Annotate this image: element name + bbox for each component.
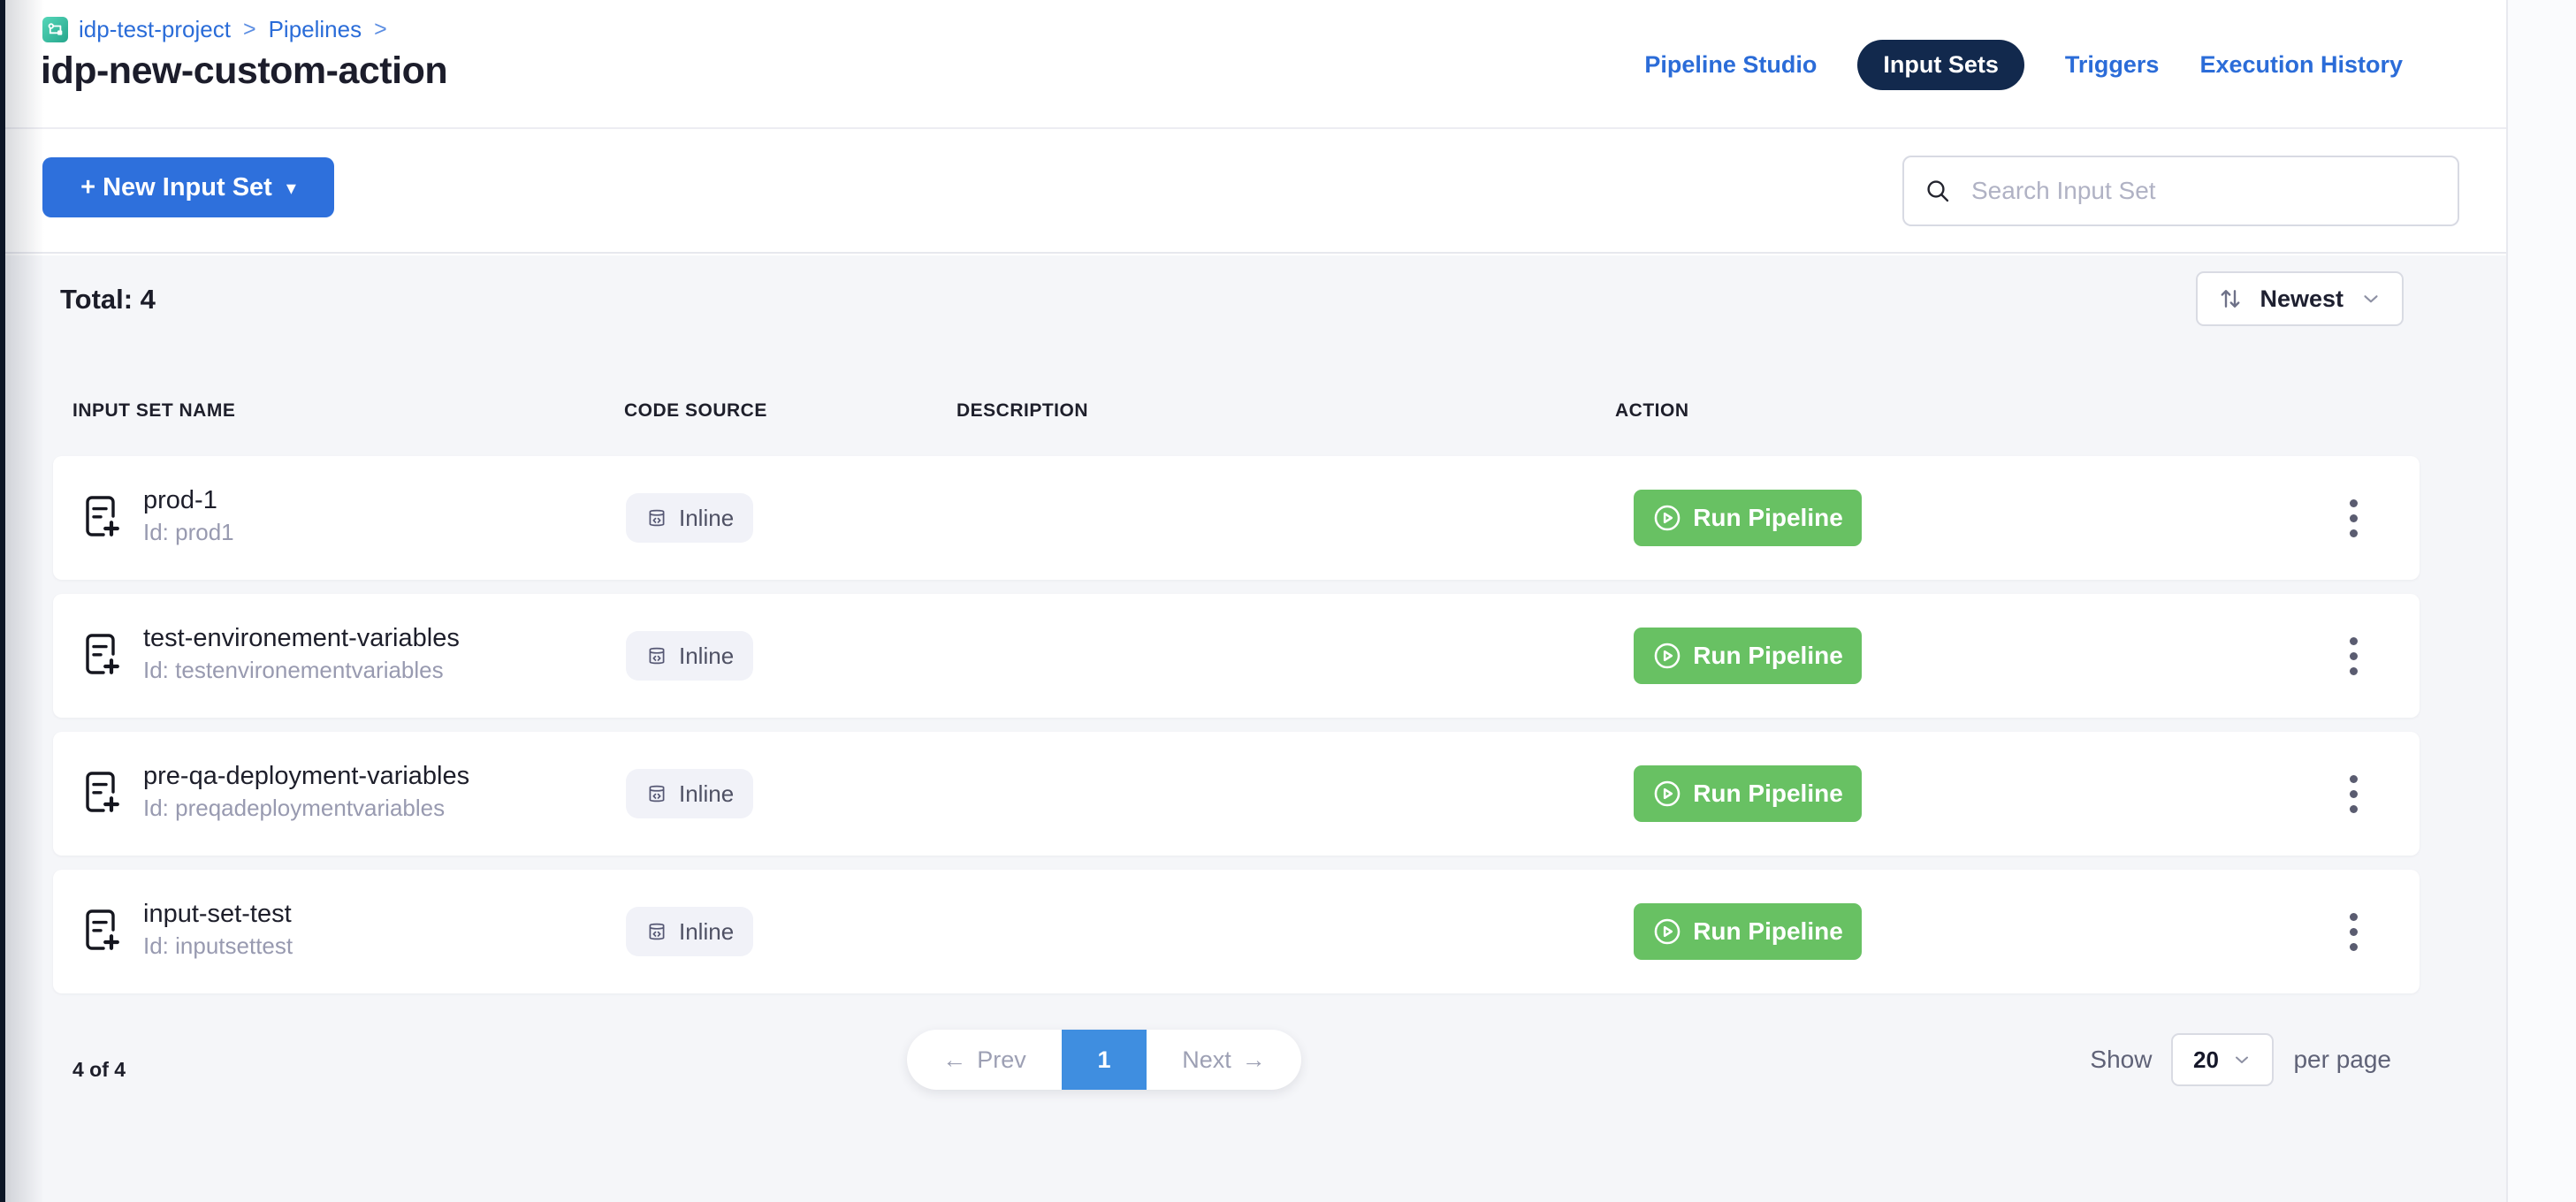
inline-store-icon	[645, 920, 668, 943]
search-input[interactable]	[1902, 156, 2459, 226]
input-set-id: Id: preqadeploymentvariables	[143, 793, 469, 824]
table-row[interactable]: input-set-test Id: inputsettest Inline R…	[53, 870, 2420, 993]
total-count-label: Total: 4	[60, 284, 156, 316]
play-icon	[1652, 503, 1682, 533]
input-set-icon	[81, 907, 124, 953]
input-set-name[interactable]: pre-qa-deployment-variables	[143, 760, 469, 793]
kebab-menu[interactable]	[2332, 767, 2374, 820]
code-source-value: Inline	[679, 918, 734, 946]
show-label: Show	[2090, 1046, 2152, 1074]
code-source-badge: Inline	[626, 769, 753, 818]
sort-dropdown[interactable]: Newest	[2196, 271, 2404, 326]
run-pipeline-label: Run Pipeline	[1693, 917, 1843, 946]
breadcrumb-separator: >	[372, 17, 389, 42]
breadcrumb-separator: >	[241, 17, 258, 42]
kebab-menu[interactable]	[2332, 629, 2374, 682]
input-set-icon	[81, 493, 124, 539]
search-icon	[1924, 177, 1952, 205]
next-page-button[interactable]: Next →	[1147, 1030, 1301, 1090]
input-set-name[interactable]: test-environement-variables	[143, 622, 460, 655]
run-pipeline-label: Run Pipeline	[1693, 780, 1843, 808]
page-size-value: 20	[2193, 1046, 2219, 1074]
code-source-badge: Inline	[626, 631, 753, 681]
code-source-value: Inline	[679, 780, 734, 808]
pagination-count-label: 4 of 4	[72, 1058, 126, 1082]
input-set-id: Id: prod1	[143, 517, 234, 548]
inline-store-icon	[645, 782, 668, 805]
input-sets-list-panel: Total: 4 Newest INPUT SET NAME CODE SOUR…	[0, 255, 2506, 1202]
table-header-row: INPUT SET NAME CODE SOURCE DESCRIPTION A…	[0, 400, 2506, 427]
code-source-badge: Inline	[626, 493, 753, 543]
input-set-id: Id: testenvironementvariables	[143, 655, 460, 686]
run-pipeline-button[interactable]: Run Pipeline	[1634, 765, 1862, 822]
inline-store-icon	[645, 644, 668, 667]
breadcrumb-project-link[interactable]: idp-test-project	[79, 16, 231, 43]
play-icon	[1652, 917, 1682, 947]
page-size-control: Show 20 per page	[2090, 1033, 2391, 1086]
input-set-name-block: prod-1 Id: prod1	[143, 484, 234, 548]
pagination-control: ← Prev 1 Next →	[907, 1030, 1301, 1090]
tab-triggers[interactable]: Triggers	[2065, 51, 2160, 79]
new-input-set-button[interactable]: + New Input Set ▾	[42, 157, 334, 217]
caret-down-icon: ▾	[286, 179, 296, 198]
tab-pipeline-studio[interactable]: Pipeline Studio	[1644, 51, 1817, 79]
breadcrumb: idp-test-project > Pipelines >	[42, 16, 389, 43]
arrow-right-icon: →	[1242, 1046, 1266, 1074]
page-number-button[interactable]: 1	[1062, 1030, 1147, 1090]
column-header-input-set-name: INPUT SET NAME	[72, 400, 235, 422]
new-input-set-label: + New Input Set	[80, 173, 272, 202]
page-title: idp-new-custom-action	[41, 49, 447, 93]
input-set-rows: prod-1 Id: prod1 Inline Run Pipeline	[53, 456, 2420, 1008]
run-pipeline-label: Run Pipeline	[1693, 642, 1843, 670]
prev-label: Prev	[977, 1046, 1026, 1074]
tab-execution-history[interactable]: Execution History	[2199, 51, 2403, 79]
input-set-name[interactable]: prod-1	[143, 484, 234, 517]
run-pipeline-label: Run Pipeline	[1693, 504, 1843, 532]
code-source-value: Inline	[679, 643, 734, 670]
input-set-name[interactable]: input-set-test	[143, 898, 293, 931]
code-source-badge: Inline	[626, 907, 753, 956]
column-header-code-source: CODE SOURCE	[624, 400, 767, 422]
column-header-action: ACTION	[1615, 400, 1689, 422]
chevron-down-icon	[2231, 1049, 2252, 1070]
breadcrumb-pipelines-link[interactable]: Pipelines	[269, 16, 362, 43]
inline-store-icon	[645, 506, 668, 529]
play-icon	[1652, 641, 1682, 671]
code-source-value: Inline	[679, 505, 734, 532]
pipeline-tabs: Pipeline Studio Input Sets Triggers Exec…	[1644, 0, 2403, 129]
collapsed-side-nav[interactable]	[0, 0, 5, 1202]
table-row[interactable]: pre-qa-deployment-variables Id: preqadep…	[53, 732, 2420, 856]
input-set-name-block: pre-qa-deployment-variables Id: preqadep…	[143, 760, 469, 824]
right-panel-gutter	[2506, 0, 2576, 1202]
run-pipeline-button[interactable]: Run Pipeline	[1634, 903, 1862, 960]
play-icon	[1652, 779, 1682, 809]
input-set-name-block: test-environement-variables Id: testenvi…	[143, 622, 460, 686]
input-sets-toolbar: + New Input Set ▾	[0, 131, 2506, 254]
kebab-menu[interactable]	[2332, 905, 2374, 958]
tab-input-sets-active[interactable]: Input Sets	[1857, 40, 2024, 90]
table-row[interactable]: test-environement-variables Id: testenvi…	[53, 594, 2420, 718]
pipeline-logo-icon	[42, 17, 68, 42]
table-row[interactable]: prod-1 Id: prod1 Inline Run Pipeline	[53, 456, 2420, 580]
prev-page-button[interactable]: ← Prev	[907, 1030, 1062, 1090]
page-size-select[interactable]: 20	[2171, 1033, 2274, 1086]
input-set-name-block: input-set-test Id: inputsettest	[143, 898, 293, 962]
chevron-down-icon	[2359, 287, 2382, 310]
next-label: Next	[1182, 1046, 1231, 1074]
input-set-icon	[81, 631, 124, 677]
sort-arrows-icon	[2217, 285, 2244, 312]
input-set-icon	[81, 769, 124, 815]
kebab-menu[interactable]	[2332, 491, 2374, 544]
page-header: idp-test-project > Pipelines > idp-new-c…	[0, 0, 2506, 129]
sort-value: Newest	[2260, 285, 2344, 313]
per-page-label: per page	[2293, 1046, 2391, 1074]
input-set-id: Id: inputsettest	[143, 931, 293, 962]
run-pipeline-button[interactable]: Run Pipeline	[1634, 490, 1862, 546]
arrow-left-icon: ←	[942, 1046, 966, 1074]
run-pipeline-button[interactable]: Run Pipeline	[1634, 628, 1862, 684]
search-box	[1902, 156, 2459, 226]
column-header-description: DESCRIPTION	[956, 400, 1088, 422]
